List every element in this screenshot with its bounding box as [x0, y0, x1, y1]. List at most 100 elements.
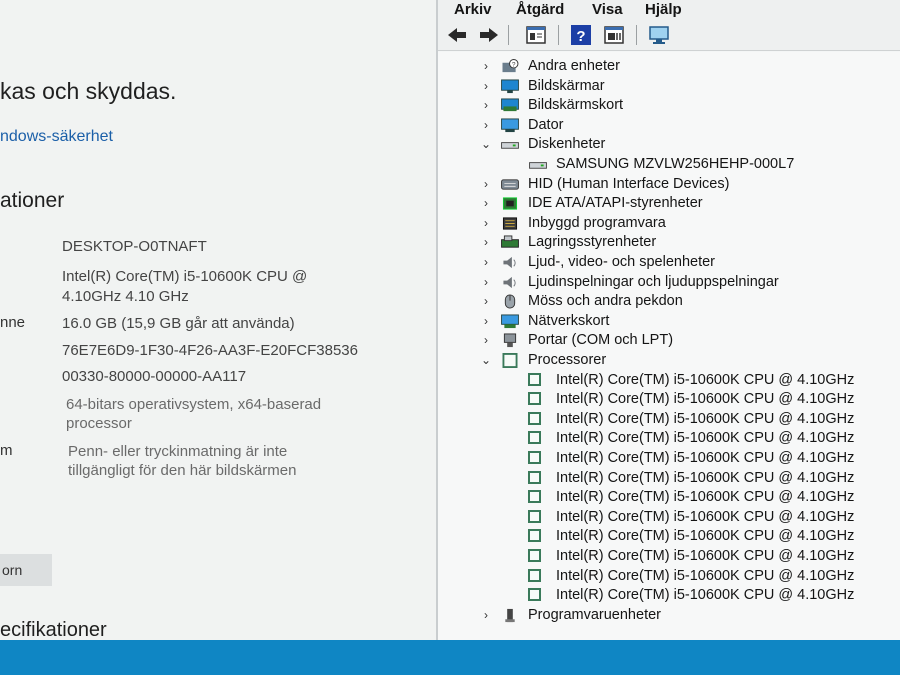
firmware-icon [502, 217, 518, 230]
tree-category-item[interactable]: ⌄ Processorer [438, 351, 900, 370]
chevron-right-icon[interactable]: › [480, 96, 492, 115]
tree-category-item[interactable]: › Möss och andra pekdon [438, 292, 900, 311]
menu-bar: Arkiv Åtgärd Visa Hjälp [438, 0, 900, 20]
tree-child-item[interactable]: Intel(R) Core(TM) i5-10600K CPU @ 4.10GH… [438, 586, 900, 605]
tree-child-item[interactable]: Intel(R) Core(TM) i5-10600K CPU @ 4.10GH… [438, 429, 900, 448]
tree-item-label: Intel(R) Core(TM) i5-10600K CPU @ 4.10GH… [556, 508, 855, 525]
tree-item-label: Portar (COM och LPT) [528, 332, 674, 349]
tree-child-item[interactable]: Intel(R) Core(TM) i5-10600K CPU @ 4.10GH… [438, 390, 900, 409]
tree-item-label: Dator [528, 116, 564, 133]
tree-item-label: Möss och andra pekdon [528, 293, 683, 310]
update-driver-icon[interactable] [603, 24, 625, 46]
taskbar [0, 640, 900, 675]
tree-child-item[interactable]: Intel(R) Core(TM) i5-10600K CPU @ 4.10GH… [438, 527, 900, 546]
tree-category-item[interactable]: › IDE ATA/ATAPI-styrenheter [438, 194, 900, 213]
menu-hjalp[interactable]: Hjälp [645, 0, 682, 20]
system-type-line2: processor [66, 415, 132, 432]
tree-category-item[interactable]: › Portar (COM och LPT) [438, 331, 900, 350]
tree-child-item[interactable]: SAMSUNG MZVLW256HEHP-000L7 [438, 155, 900, 174]
tree-child-item[interactable]: Intel(R) Core(TM) i5-10600K CPU @ 4.10GH… [438, 508, 900, 527]
chevron-down-icon[interactable]: ⌄ [480, 351, 492, 370]
tree-item-label: Intel(R) Core(TM) i5-10600K CPU @ 4.10GH… [556, 489, 855, 506]
speaker-icon [503, 256, 516, 269]
processor-icon [502, 353, 518, 368]
cpu-icon [528, 411, 541, 425]
tree-child-item[interactable]: Intel(R) Core(TM) i5-10600K CPU @ 4.10GH… [438, 410, 900, 429]
help-icon[interactable]: ? [570, 24, 592, 46]
device-id-value: 76E7E6D9-1F30-4F26-AA3F-E20FCF38536 [62, 342, 358, 359]
tree-item-label: Intel(R) Core(TM) i5-10600K CPU @ 4.10GH… [556, 528, 855, 545]
chevron-right-icon[interactable]: › [480, 606, 492, 625]
rename-pc-button[interactable]: orn [0, 554, 52, 586]
tree-item-label: Diskenheter [528, 136, 606, 153]
tree-category-item[interactable]: › Lagringsstyrenheter [438, 233, 900, 252]
forward-arrow-icon[interactable] [478, 24, 500, 46]
tree-category-item[interactable]: ›? Andra enheter [438, 57, 900, 76]
cpu-icon [528, 509, 541, 523]
toolbar-separator [558, 25, 559, 45]
tree-item-label: Intel(R) Core(TM) i5-10600K CPU @ 4.10GH… [556, 587, 855, 604]
menu-arkiv[interactable]: Arkiv [454, 0, 492, 20]
tree-category-item[interactable]: › Ljud-, video- och spelenheter [438, 253, 900, 272]
tree-item-label: Processorer [528, 352, 607, 368]
cpu-icon [528, 588, 541, 602]
chevron-right-icon[interactable]: › [480, 292, 492, 311]
properties-icon[interactable] [525, 24, 547, 46]
chevron-right-icon[interactable]: › [480, 116, 492, 135]
toolbar-separator [636, 25, 637, 45]
svg-text:?: ? [512, 62, 516, 69]
device-name-value: DESKTOP-O0TNAFT [62, 238, 207, 255]
tree-category-item[interactable]: › HID (Human Interface Devices) [438, 175, 900, 194]
chevron-right-icon[interactable]: › [480, 312, 492, 331]
tree-category-item[interactable]: › Bildskärmar [438, 77, 900, 96]
ram-value: 16.0 GB (15,9 GB går att använda) [62, 315, 295, 332]
toolbar-separator [508, 25, 509, 45]
chevron-down-icon[interactable]: ⌄ [480, 135, 492, 154]
tree-category-item[interactable]: › Inbyggd programvara [438, 214, 900, 233]
cpu-icon [528, 431, 541, 445]
storage-controller-icon [501, 235, 519, 249]
back-arrow-icon[interactable] [446, 24, 468, 46]
tree-child-item[interactable]: Intel(R) Core(TM) i5-10600K CPU @ 4.10GH… [438, 371, 900, 390]
cpu-icon [528, 372, 541, 386]
chevron-right-icon[interactable]: › [480, 175, 492, 194]
tree-item-label: Ljud-, video- och spelenheter [528, 254, 716, 270]
tree-category-item[interactable]: ⌄ Diskenheter [438, 135, 900, 154]
scan-hardware-icon[interactable] [648, 24, 670, 46]
chevron-right-icon[interactable]: › [480, 57, 492, 76]
pen-value-line1: Penn- eller tryckinmatning är inte [68, 443, 288, 460]
tree-category-item[interactable]: › Ljudinspelningar och ljuduppspelningar [438, 273, 900, 292]
tree-child-item[interactable]: Intel(R) Core(TM) i5-10600K CPU @ 4.10GH… [438, 449, 900, 468]
display-adapter-icon [501, 98, 519, 112]
chevron-right-icon[interactable]: › [480, 214, 492, 233]
tree-category-item[interactable]: › Nätverkskort [438, 312, 900, 331]
device-tree[interactable]: ›? Andra enheter › Bildskärmar › Bildskärmsko… [438, 52, 900, 640]
product-id-value: 00330-80000-00000-AA117 [62, 368, 247, 385]
chevron-right-icon[interactable]: › [480, 77, 492, 96]
chevron-right-icon[interactable]: › [480, 233, 492, 252]
chevron-right-icon[interactable]: › [480, 331, 492, 350]
chevron-right-icon[interactable]: › [480, 194, 492, 213]
menu-atgard[interactable]: Åtgärd [516, 0, 564, 20]
tree-child-item[interactable]: Intel(R) Core(TM) i5-10600K CPU @ 4.10GH… [438, 547, 900, 566]
tree-category-item[interactable]: › Programvaruenheter [438, 606, 900, 625]
tree-item-label: SAMSUNG MZVLW256HEHP-000L7 [556, 156, 795, 172]
tree-child-item[interactable]: Intel(R) Core(TM) i5-10600K CPU @ 4.10GH… [438, 488, 900, 507]
windows-security-link[interactable]: ndows-säkerhet [0, 128, 113, 146]
tree-child-item[interactable]: Intel(R) Core(TM) i5-10600K CPU @ 4.10GH… [438, 469, 900, 488]
menu-visa[interactable]: Visa [592, 0, 623, 20]
tree-item-label: Programvaruenheter [528, 606, 661, 623]
tree-item-label: Intel(R) Core(TM) i5-10600K CPU @ 4.10GH… [556, 410, 855, 427]
windows-specs-heading: ecifikationer [0, 619, 107, 640]
tree-child-item[interactable]: Intel(R) Core(TM) i5-10600K CPU @ 4.10GH… [438, 567, 900, 586]
svg-text:?: ? [576, 28, 585, 45]
mouse-icon [504, 294, 516, 309]
tree-item-label: Intel(R) Core(TM) i5-10600K CPU @ 4.10GH… [556, 548, 855, 564]
tree-category-item[interactable]: › Dator [438, 116, 900, 135]
hid-icon [501, 178, 519, 190]
tree-category-item[interactable]: › Bildskärmskort [438, 96, 900, 115]
tree-item-label: Intel(R) Core(TM) i5-10600K CPU @ 4.10GH… [556, 371, 855, 388]
chevron-right-icon[interactable]: › [480, 273, 492, 292]
tree-item-label: Intel(R) Core(TM) i5-10600K CPU @ 4.10GH… [556, 450, 855, 466]
chevron-right-icon[interactable]: › [480, 253, 492, 272]
